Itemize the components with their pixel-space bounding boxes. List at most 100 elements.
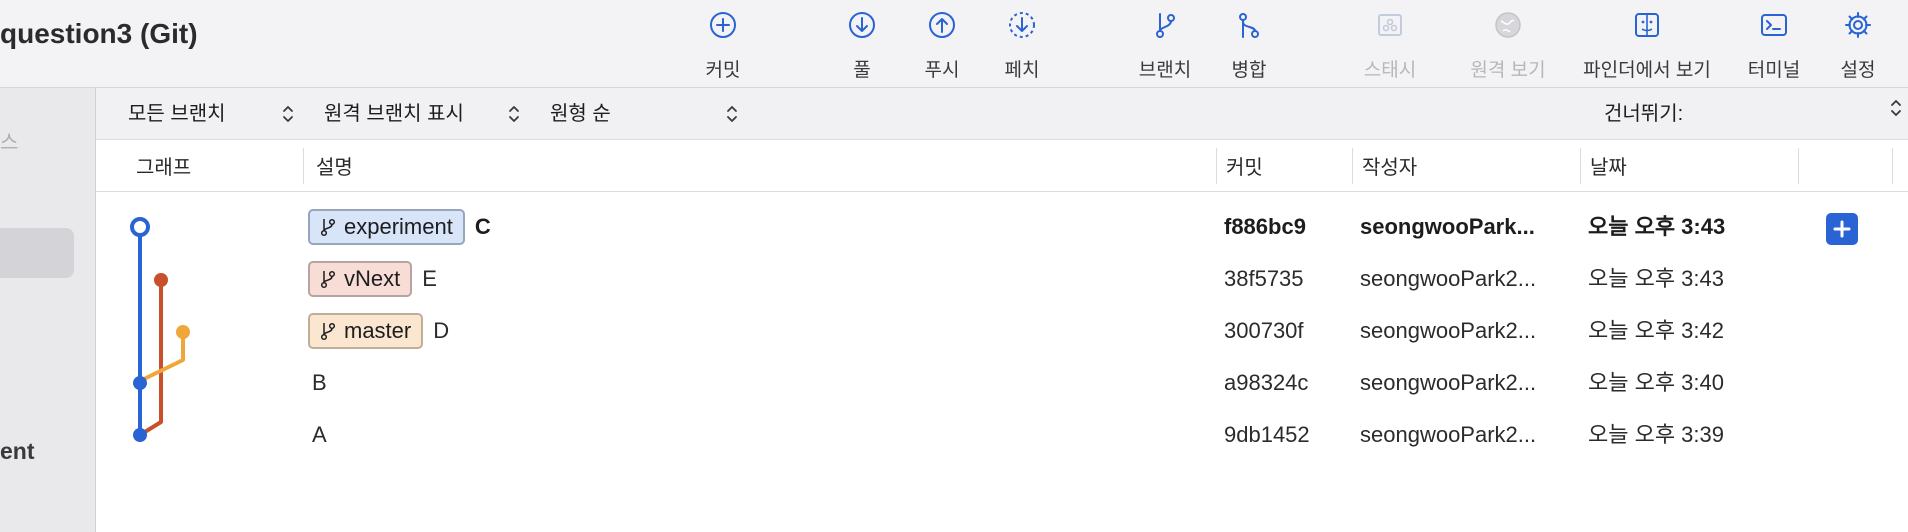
branch-badge[interactable]: master bbox=[308, 313, 424, 349]
merge-icon bbox=[1232, 8, 1266, 42]
branch-icon bbox=[1148, 8, 1182, 42]
toolbar: question3 (Git) 커밋 풀 푸시 페치 브랜치 병합 스태시 원격… bbox=[0, 0, 1908, 88]
plus-circle-icon bbox=[706, 8, 740, 42]
commit-row[interactable]: B a98324c seongwooPark2... 오늘 오후 3:40 bbox=[96, 357, 1908, 409]
pull-label: 풀 bbox=[853, 60, 871, 81]
commit-hash: 38f5735 bbox=[1224, 266, 1304, 291]
branch-button[interactable]: 브랜치 bbox=[1135, 8, 1195, 82]
commit-author: seongwooPark2... bbox=[1360, 318, 1537, 343]
plus-icon bbox=[1833, 220, 1851, 238]
dashed-arrow-down-circle-icon bbox=[1005, 8, 1039, 42]
commit-date: 오늘 오후 3:39 bbox=[1588, 422, 1725, 447]
column-divider[interactable] bbox=[1352, 148, 1353, 184]
commit-message: E bbox=[422, 266, 437, 291]
sidebar-selected-item[interactable] bbox=[0, 228, 74, 278]
sidebar: 스 ent bbox=[0, 88, 96, 532]
commit-hash: 9db1452 bbox=[1224, 422, 1310, 447]
commit-author: seongwooPark2... bbox=[1360, 370, 1537, 395]
commit-row[interactable]: A 9db1452 seongwooPark2... 오늘 오후 3:39 bbox=[96, 409, 1908, 461]
column-divider[interactable] bbox=[1580, 148, 1581, 184]
add-button[interactable] bbox=[1826, 213, 1858, 245]
commit-description: A bbox=[312, 409, 327, 461]
remote-view-label: 원격 보기 bbox=[1470, 60, 1546, 81]
branch-badge[interactable]: vNext bbox=[308, 261, 413, 297]
finder-view-label: 파인더에서 보기 bbox=[1583, 60, 1711, 81]
filter-bar: 모든 브랜치 원격 브랜치 표시 원형 순 건너뛰기: bbox=[96, 88, 1908, 140]
stash-label: 스태시 bbox=[1363, 60, 1417, 81]
commit-hash: a98324c bbox=[1224, 370, 1309, 395]
branch-icon bbox=[320, 270, 336, 289]
commit-author: seongwooPark2... bbox=[1360, 422, 1537, 447]
commit-author: seongwooPark2... bbox=[1360, 266, 1537, 291]
column-header-author[interactable]: 작성자 bbox=[1362, 151, 1417, 180]
commit-button[interactable]: 커밋 bbox=[701, 8, 745, 82]
branch-label: 브랜치 bbox=[1138, 60, 1192, 81]
push-button[interactable]: 푸시 bbox=[920, 8, 964, 82]
arrow-up-circle-icon bbox=[925, 8, 959, 42]
branch-icon bbox=[320, 322, 336, 341]
column-header-date[interactable]: 날짜 bbox=[1590, 151, 1627, 180]
globe-icon bbox=[1491, 8, 1525, 42]
stash-icon bbox=[1373, 8, 1407, 42]
terminal-icon bbox=[1757, 8, 1791, 42]
fetch-label: 페치 bbox=[1004, 60, 1040, 81]
commit-hash: f886bc9 bbox=[1224, 214, 1306, 239]
column-divider[interactable] bbox=[1798, 148, 1799, 184]
commit-date: 오늘 오후 3:42 bbox=[1588, 318, 1725, 343]
merge-button[interactable]: 병합 bbox=[1227, 8, 1271, 82]
column-divider[interactable] bbox=[1216, 148, 1217, 184]
skip-stepper[interactable] bbox=[1890, 96, 1902, 120]
updown-chevron-icon bbox=[283, 106, 293, 122]
settings-label: 설정 bbox=[1840, 60, 1876, 81]
commit-message: D bbox=[433, 318, 450, 343]
commit-message: A bbox=[312, 422, 327, 447]
remote-branch-filter-value: 원격 브랜치 표시 bbox=[324, 103, 464, 125]
branch-badge-label: vNext bbox=[344, 266, 401, 291]
commit-description: master D bbox=[308, 305, 449, 357]
column-header-row: 그래프 설명 커밋 작성자 날짜 bbox=[96, 140, 1908, 192]
updown-chevron-icon bbox=[509, 106, 519, 122]
commit-label: 커밋 bbox=[705, 60, 741, 81]
commit-message: B bbox=[312, 370, 327, 395]
column-header-commit[interactable]: 커밋 bbox=[1226, 151, 1263, 180]
repository-title: question3 (Git) bbox=[0, 18, 198, 49]
commit-description: B bbox=[312, 357, 327, 409]
finder-view-button[interactable]: 파인더에서 보기 bbox=[1576, 8, 1718, 82]
commit-row[interactable]: master D 300730f seongwooPark2... 오늘 오후 … bbox=[96, 305, 1908, 357]
branch-badge-label: experiment bbox=[344, 214, 453, 239]
merge-label: 병합 bbox=[1231, 60, 1267, 81]
branch-icon bbox=[320, 218, 336, 237]
finder-icon bbox=[1630, 8, 1664, 42]
commit-date: 오늘 오후 3:40 bbox=[1588, 370, 1725, 395]
gear-icon bbox=[1841, 8, 1875, 42]
commit-hash: 300730f bbox=[1224, 318, 1304, 343]
column-divider[interactable] bbox=[303, 148, 304, 184]
column-divider[interactable] bbox=[1892, 148, 1893, 184]
push-label: 푸시 bbox=[924, 60, 960, 81]
commit-description: experiment C bbox=[308, 201, 491, 253]
sidebar-item-fragment[interactable]: 스 bbox=[0, 126, 18, 155]
branch-badge[interactable]: experiment bbox=[308, 209, 465, 245]
commit-description: vNext E bbox=[308, 253, 437, 305]
commit-message: C bbox=[474, 214, 491, 239]
order-select[interactable]: 원형 순 bbox=[550, 98, 740, 130]
stash-button[interactable]: 스태시 bbox=[1360, 8, 1420, 82]
branch-filter-value: 모든 브랜치 bbox=[128, 103, 226, 125]
branch-badge-label: master bbox=[344, 318, 412, 343]
arrow-down-circle-icon bbox=[845, 8, 879, 42]
column-header-description[interactable]: 설명 bbox=[316, 151, 353, 180]
commit-row[interactable]: vNext E 38f5735 seongwooPark2... 오늘 오후 3… bbox=[96, 253, 1908, 305]
sidebar-section-fragment[interactable]: ent bbox=[0, 438, 35, 465]
updown-chevron-icon bbox=[727, 106, 737, 122]
remote-branch-filter-select[interactable]: 원격 브랜치 표시 bbox=[324, 98, 534, 130]
settings-button[interactable]: 설정 bbox=[1836, 8, 1880, 82]
column-header-graph[interactable]: 그래프 bbox=[136, 151, 191, 180]
pull-button[interactable]: 풀 bbox=[840, 8, 884, 82]
fetch-button[interactable]: 페치 bbox=[1000, 8, 1044, 82]
commit-date: 오늘 오후 3:43 bbox=[1588, 214, 1726, 239]
commit-row[interactable]: experiment C f886bc9 seongwooPark... 오늘 … bbox=[96, 201, 1908, 253]
remote-view-button[interactable]: 원격 보기 bbox=[1466, 8, 1550, 82]
terminal-button[interactable]: 터미널 bbox=[1744, 8, 1804, 82]
terminal-label: 터미널 bbox=[1747, 60, 1801, 81]
commit-date: 오늘 오후 3:43 bbox=[1588, 266, 1725, 291]
